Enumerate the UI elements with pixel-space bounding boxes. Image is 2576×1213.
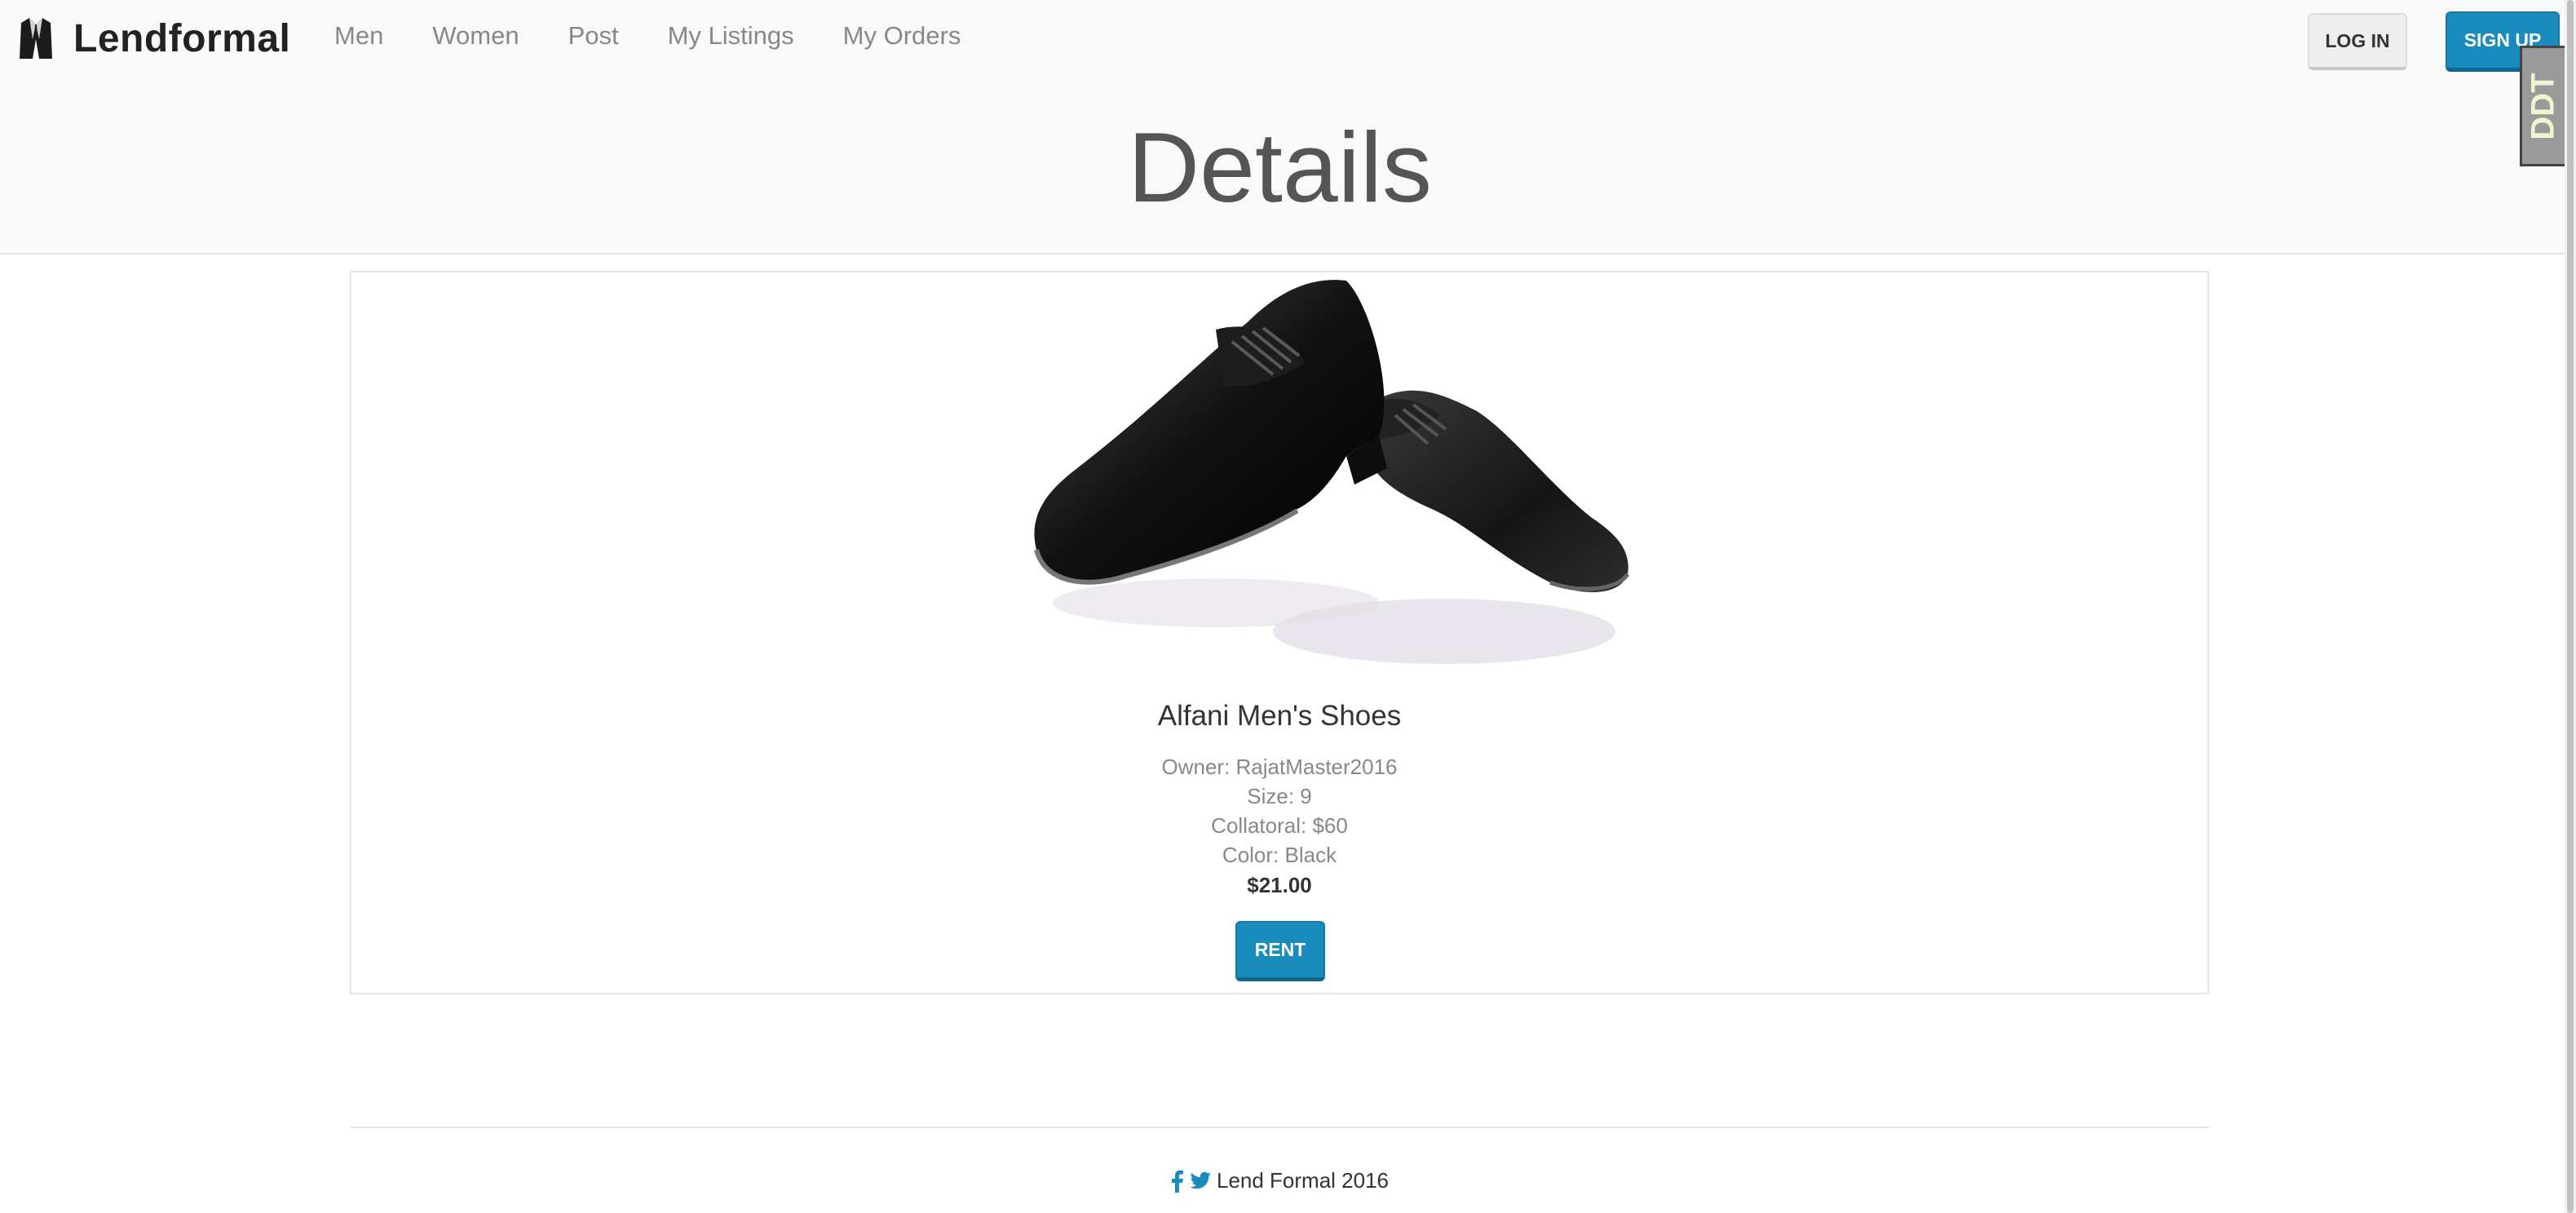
product-name: Alfani Men's Shoes [1157, 700, 1402, 732]
login-button[interactable]: LOG IN [2308, 13, 2407, 70]
facebook-icon[interactable] [1171, 1170, 1184, 1193]
footer: Lend Formal 2016 [0, 1168, 2560, 1193]
jacket-icon [20, 18, 52, 59]
nav-item-my-orders[interactable]: My Orders [843, 16, 961, 55]
main-nav: Men Women Post My Listings My Orders [334, 16, 1010, 55]
product-card: Alfani Men's Shoes Owner: RajatMaster201… [350, 271, 2209, 994]
footer-divider [350, 1127, 2209, 1128]
scrollbar-thumb[interactable] [2567, 0, 2574, 1213]
page-title: Details [1128, 112, 1432, 223]
rent-button[interactable]: RENT [1235, 921, 1325, 981]
nav-item-men[interactable]: Men [334, 16, 383, 55]
nav-item-post[interactable]: Post [568, 16, 619, 55]
twitter-icon[interactable] [1189, 1171, 1212, 1191]
nav-item-my-listings[interactable]: My Listings [668, 16, 794, 55]
product-size: Size: 9 [1247, 784, 1312, 808]
product-owner: Owner: RajatMaster2016 [1161, 755, 1398, 779]
footer-text: Lend Formal 2016 [1216, 1168, 1390, 1193]
brand-name: Lendformal [73, 16, 291, 60]
product-price: $21.00 [1247, 873, 1312, 897]
product-collateral: Collatoral: $60 [1211, 813, 1348, 838]
product-color: Color: Black [1222, 843, 1337, 867]
brand[interactable]: Lendformal [18, 13, 290, 64]
page-scrollbar[interactable] [2565, 0, 2576, 1213]
nav-item-women[interactable]: Women [432, 16, 519, 55]
shoes-image [1034, 280, 1630, 664]
